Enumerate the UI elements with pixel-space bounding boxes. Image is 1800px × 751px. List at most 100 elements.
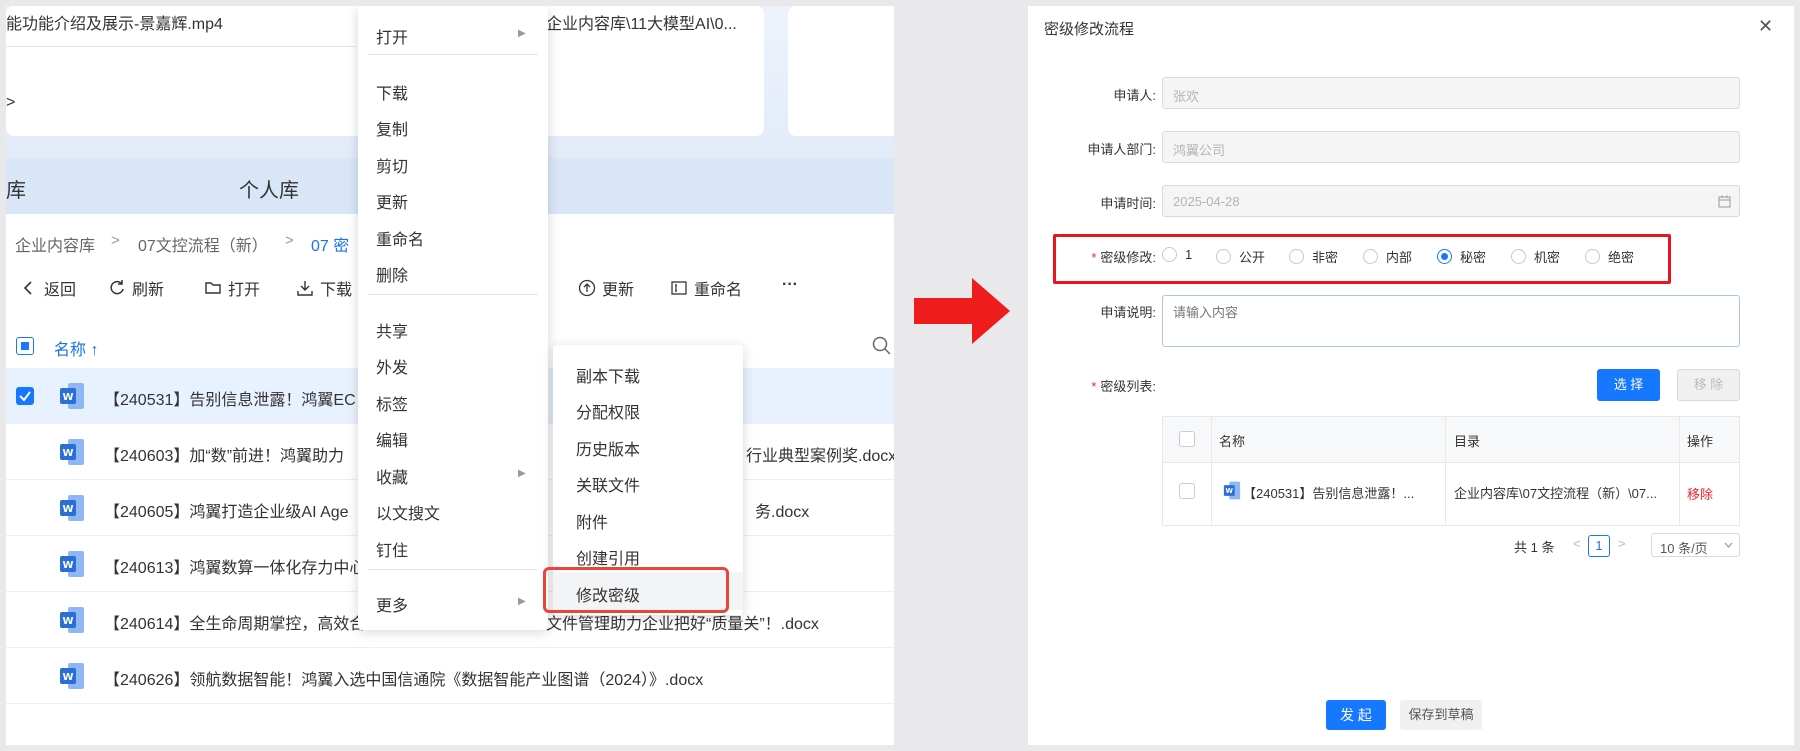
rename-label: 重命名 <box>694 282 743 299</box>
recent-video-name[interactable]: 能功能介绍及展示-景嘉辉.mp4 <box>6 10 223 34</box>
menu-item-download[interactable]: 下载 <box>376 80 408 104</box>
file-name[interactable]: 【240605】鸿翼打造企业级AI Age <box>104 498 349 522</box>
arrow-right-icon <box>914 278 1010 344</box>
row-file-name[interactable]: 【240531】告别信息泄露！... <box>1243 483 1414 502</box>
header-checkbox[interactable] <box>1179 431 1195 447</box>
file-name[interactable]: 【240531】告别信息泄露！鸿翼EC <box>104 386 356 410</box>
dept-field: 鸿翼公司 <box>1162 131 1740 163</box>
applicant-label: 申请人: <box>1113 88 1156 103</box>
submenu-item-copy-download[interactable]: 副本下载 <box>576 363 640 387</box>
submenu-arrow-icon: ▶ <box>518 28 526 39</box>
pagination-total: 共 1 条 <box>1514 540 1555 555</box>
highlight-box <box>1053 234 1671 284</box>
recent-path: 企业内容库\11大模型AI\0... <box>546 16 737 33</box>
breadcrumb-separator: > <box>285 232 294 249</box>
menu-item-more[interactable]: 更多 <box>376 592 408 616</box>
recent-more-arrow[interactable]: > <box>6 94 15 112</box>
menu-item-favorite[interactable]: 收藏 <box>376 464 408 488</box>
file-name[interactable]: 【240603】加“数”前进！鸿翼助力 <box>104 442 344 466</box>
search-icon[interactable] <box>872 336 892 356</box>
remove-button[interactable]: 移 除 <box>1677 369 1740 401</box>
svg-text:W: W <box>62 672 73 683</box>
desc-label: 申请说明: <box>1100 305 1156 320</box>
file-name[interactable]: 【240626】领航数据智能！鸿翼入选中国信通院《数据智能产业图谱（2024）》… <box>104 666 703 690</box>
word-doc-icon: W <box>60 607 84 633</box>
breadcrumb-item[interactable]: 企业内容库 <box>15 232 95 256</box>
menu-item-edit[interactable]: 编辑 <box>376 427 408 451</box>
word-doc-icon: W <box>60 495 84 521</box>
desc-textarea[interactable] <box>1162 295 1740 347</box>
refresh-label: 刷新 <box>132 282 165 299</box>
menu-item-delete[interactable]: 删除 <box>376 262 408 286</box>
recent-card[interactable] <box>788 6 894 136</box>
prev-page-button[interactable]: < <box>1573 536 1581 551</box>
close-icon[interactable]: ✕ <box>1758 16 1773 37</box>
submenu-item-attachment[interactable]: 附件 <box>576 509 608 533</box>
checkmark-icon <box>19 391 31 402</box>
breadcrumb-item[interactable]: 07文控流程（新） <box>138 232 268 256</box>
page-size-value: 10 条/页 <box>1660 541 1708 556</box>
page-size-select[interactable]: 10 条/页 <box>1651 533 1740 557</box>
chevron-left-icon <box>23 281 32 295</box>
file-name[interactable]: 【240614】全生命周期掌控，高效合 <box>104 610 365 634</box>
more-button[interactable]: ··· <box>782 276 798 294</box>
select-button[interactable]: 选 择 <box>1597 369 1660 401</box>
menu-item-tag[interactable]: 标签 <box>376 391 408 415</box>
save-draft-button[interactable]: 保存到草稿 <box>1400 700 1482 730</box>
menu-item-update[interactable]: 更新 <box>376 189 408 213</box>
menu-item-external-send[interactable]: 外发 <box>376 354 408 378</box>
submenu-item-related-files[interactable]: 关联文件 <box>576 472 640 496</box>
table-row[interactable]: W 【240626】领航数据智能！鸿翼入选中国信通院《数据智能产业图谱（2024… <box>6 648 894 704</box>
required-mark: * <box>1091 379 1097 394</box>
submenu-item-history-version[interactable]: 历史版本 <box>576 436 640 460</box>
svg-text:W: W <box>62 504 73 515</box>
tab-company-library[interactable]: 库 <box>6 174 26 203</box>
svg-text:W: W <box>1226 487 1234 495</box>
menu-item-search-by-doc[interactable]: 以文搜文 <box>376 500 440 524</box>
next-page-button[interactable]: > <box>1618 536 1626 551</box>
menu-item-cut[interactable]: 剪切 <box>376 153 408 177</box>
column-divider <box>1445 417 1446 525</box>
menu-item-pin[interactable]: 钉住 <box>376 537 408 561</box>
open-label: 打开 <box>228 282 261 299</box>
column-header-name: 名称 <box>1219 434 1246 449</box>
word-doc-icon: W <box>60 383 84 409</box>
tab-personal-library[interactable]: 个人库 <box>239 174 299 203</box>
calendar-icon[interactable] <box>1718 195 1731 208</box>
download-button[interactable]: 下载 <box>296 276 352 300</box>
refresh-button[interactable]: 刷新 <box>108 276 164 300</box>
chevron-down-icon <box>1724 542 1733 548</box>
page-number-button[interactable]: 1 <box>1588 535 1610 557</box>
row-remove-link[interactable]: 移除 <box>1687 484 1713 503</box>
menu-item-copy[interactable]: 复制 <box>376 116 408 140</box>
svg-text:W: W <box>62 392 73 403</box>
row-checkbox[interactable] <box>1179 483 1195 499</box>
menu-divider <box>368 54 538 55</box>
back-button[interactable]: 返回 <box>20 276 76 300</box>
submenu-arrow-icon: ▶ <box>518 596 526 607</box>
submenu-item-create-reference[interactable]: 创建引用 <box>576 545 640 569</box>
file-name[interactable]: 【240613】鸿翼数算一体化存力中心 <box>104 554 365 578</box>
word-doc-icon: W <box>60 551 84 577</box>
highlight-box <box>543 567 729 613</box>
select-all-checkbox[interactable] <box>16 337 34 355</box>
name-column-header[interactable]: 名称 ↑ <box>54 336 98 360</box>
column-divider <box>1211 417 1212 525</box>
svg-text:W: W <box>62 560 73 571</box>
menu-item-rename[interactable]: 重命名 <box>376 226 424 250</box>
open-button[interactable]: 打开 <box>204 276 260 300</box>
rename-button[interactable]: 重命名 <box>670 276 742 300</box>
list-label-text: 密级列表: <box>1100 379 1156 394</box>
column-header-action: 操作 <box>1687 434 1714 449</box>
menu-item-share[interactable]: 共享 <box>376 318 408 342</box>
update-label: 更新 <box>602 282 635 299</box>
word-doc-icon: W <box>60 439 84 465</box>
submenu-item-assign-permission[interactable]: 分配权限 <box>576 399 640 423</box>
row-checkbox[interactable] <box>16 387 34 405</box>
menu-item-open[interactable]: 打开 <box>376 24 408 48</box>
update-button[interactable]: 更新 <box>578 276 634 300</box>
breadcrumb-current[interactable]: 07 密 <box>311 232 349 256</box>
svg-text:W: W <box>62 616 73 627</box>
submit-button[interactable]: 发 起 <box>1326 700 1386 730</box>
column-header-dir: 目录 <box>1454 434 1481 449</box>
